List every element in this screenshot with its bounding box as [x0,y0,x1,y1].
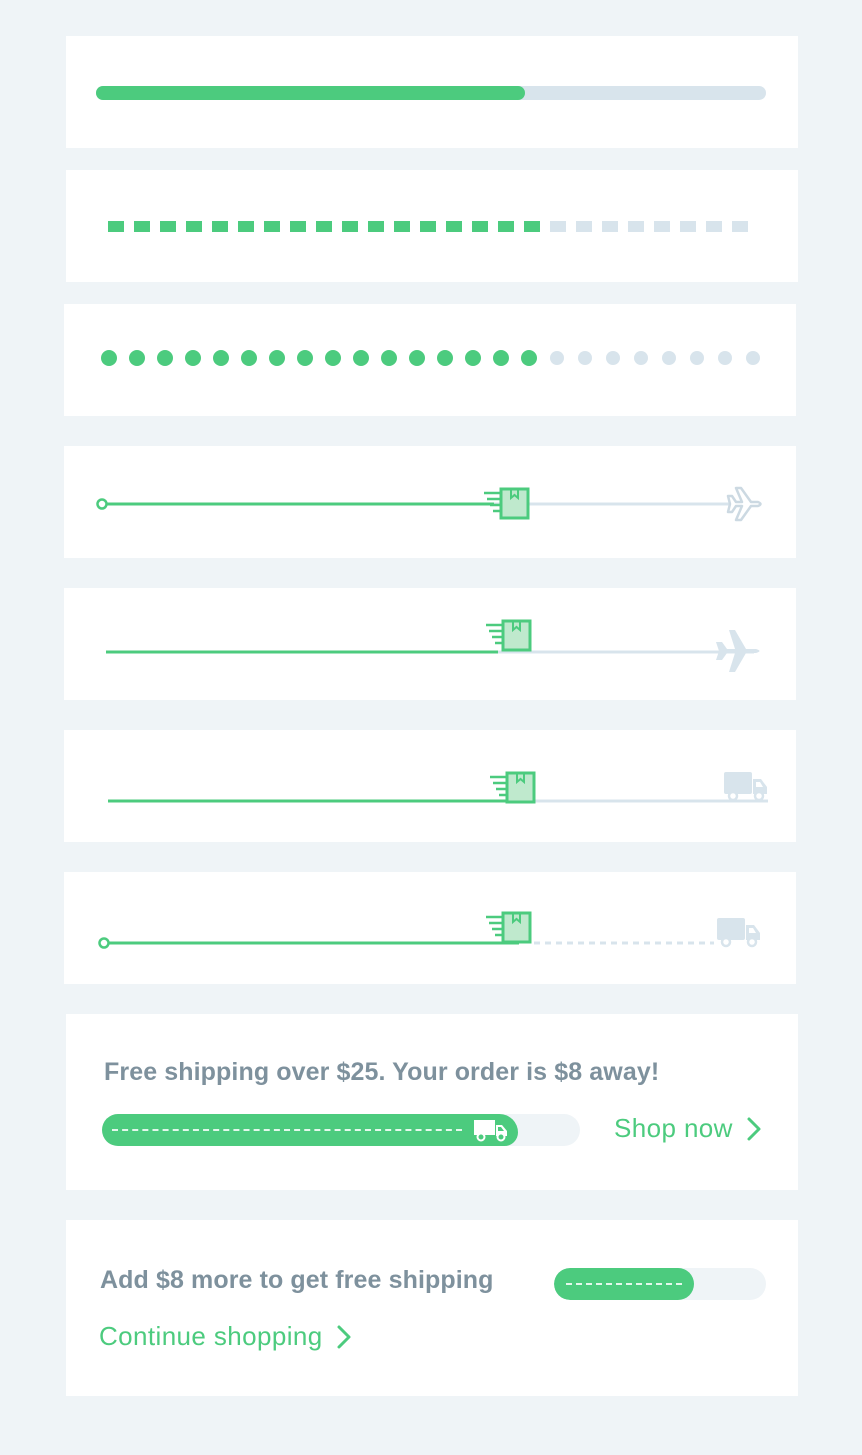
plane-outline-progress-card [64,446,796,558]
progress-segment [290,221,306,232]
truck-progress-card [64,730,796,842]
progress-dot [662,351,676,365]
progress-dot [437,350,453,366]
add-more-progress-fill [554,1268,694,1300]
free-shipping-message: Free shipping over $25. Your order is $8… [104,1058,660,1086]
progress-segment [134,221,150,232]
progress-segment [550,221,566,232]
shop-now-link[interactable]: Shop now [614,1113,761,1144]
solid-progress-fill [96,86,525,100]
progress-dot [606,351,620,365]
progress-dot [353,350,369,366]
plane-solid-progress-card [64,588,796,700]
plane-solid-track [106,650,754,654]
airplane-icon [726,486,762,522]
progress-segment [264,221,280,232]
progress-segment [342,221,358,232]
progress-segment [238,221,254,232]
progress-segment [108,221,124,232]
progress-segment [628,221,644,232]
progress-dot [718,351,732,365]
package-box-icon [490,771,536,804]
truck-icon [724,772,767,802]
progress-dot [101,350,117,366]
free-shipping-card: Free shipping over $25. Your order is $8… [66,1014,798,1190]
package-box-icon [486,911,532,944]
progress-segment [498,221,514,232]
truck-icon [473,1120,507,1142]
dashed-progress-bar [108,221,758,232]
airplane-icon [716,630,760,672]
truck-dashed-progress-card [64,872,796,984]
progress-segment [524,221,540,232]
add-more-progress-track [554,1268,766,1300]
start-marker-icon [96,498,108,510]
chevron-right-icon [337,1325,351,1348]
progress-dot [269,350,285,366]
add-more-card: Add $8 more to get free shipping Continu… [66,1220,798,1396]
solid-progress-card [66,36,798,148]
free-shipping-progress-fill [102,1114,518,1146]
start-marker-icon [98,937,110,949]
progress-segment [472,221,488,232]
progress-dot [578,351,592,365]
continue-shopping-link[interactable]: Continue shopping [99,1321,351,1352]
dotted-progress-card [64,304,796,416]
progress-dot [521,350,537,366]
progress-dot [381,350,397,366]
progress-dot [465,350,481,366]
progress-segment [446,221,462,232]
truck-track [108,799,768,803]
progress-segment [706,221,722,232]
truck-icon [717,918,760,948]
chevron-right-icon [747,1117,761,1140]
progress-segment [576,221,592,232]
package-box-icon [486,619,532,652]
progress-segment [212,221,228,232]
progress-segment [368,221,384,232]
progress-dot [690,351,704,365]
add-more-message: Add $8 more to get free shipping [100,1266,494,1294]
progress-segment [680,221,696,232]
dotted-progress-bar [101,350,771,366]
progress-dot [157,350,173,366]
progress-segment [186,221,202,232]
progress-segment [654,221,670,232]
progress-dot [129,350,145,366]
progress-segment [602,221,618,232]
continue-shopping-label: Continue shopping [99,1321,323,1351]
progress-dot [213,350,229,366]
package-box-icon [484,487,530,520]
progress-segment [394,221,410,232]
progress-dot [241,350,257,366]
progress-dot [185,350,201,366]
progress-segment [420,221,436,232]
progress-dot [325,350,341,366]
progress-dot [550,351,564,365]
progress-dot [493,350,509,366]
progress-segment [160,221,176,232]
progress-dot [297,350,313,366]
plane-outline-track [96,498,752,510]
progress-dot [634,351,648,365]
solid-progress-track [96,86,766,100]
progress-dot [746,351,760,365]
progress-segment [732,221,748,232]
truck-dashed-track [98,937,714,949]
progress-dot [409,350,425,366]
shop-now-label: Shop now [614,1113,733,1143]
dashed-progress-card [66,170,798,282]
free-shipping-progress-track [102,1114,580,1146]
progress-segment [316,221,332,232]
